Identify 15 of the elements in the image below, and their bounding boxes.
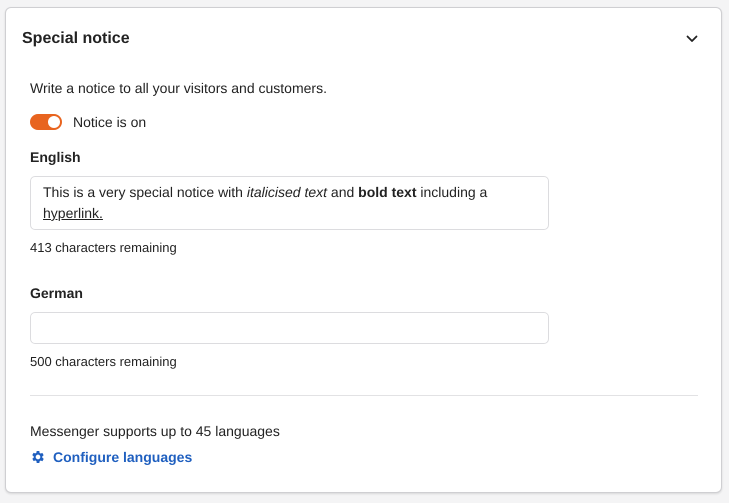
input-field[interactable]	[30, 312, 549, 344]
link[interactable]: hyperlink.	[43, 205, 103, 221]
chevron-icon[interactable]	[684, 33, 700, 45]
toggle-switch[interactable]	[30, 114, 62, 130]
info-text: Messenger supports up to 45 languages	[30, 422, 281, 441]
panel-title: Special notice	[22, 30, 130, 48]
settings-icon	[30, 449, 46, 465]
toggle-label: Notice is on	[73, 114, 146, 130]
description-text: Write a notice to all your visitors and customers.	[30, 79, 328, 98]
field-label: German	[30, 284, 84, 303]
input-field[interactable]: This is a very special notice with italicised text and bold text including a hyperlink.	[30, 176, 549, 230]
configure-link[interactable]: Configure languages	[30, 449, 192, 465]
field-label: English	[30, 148, 82, 167]
character-count: 413 characters remaining	[30, 239, 178, 257]
character-count: 500 characters remaining	[30, 353, 178, 371]
